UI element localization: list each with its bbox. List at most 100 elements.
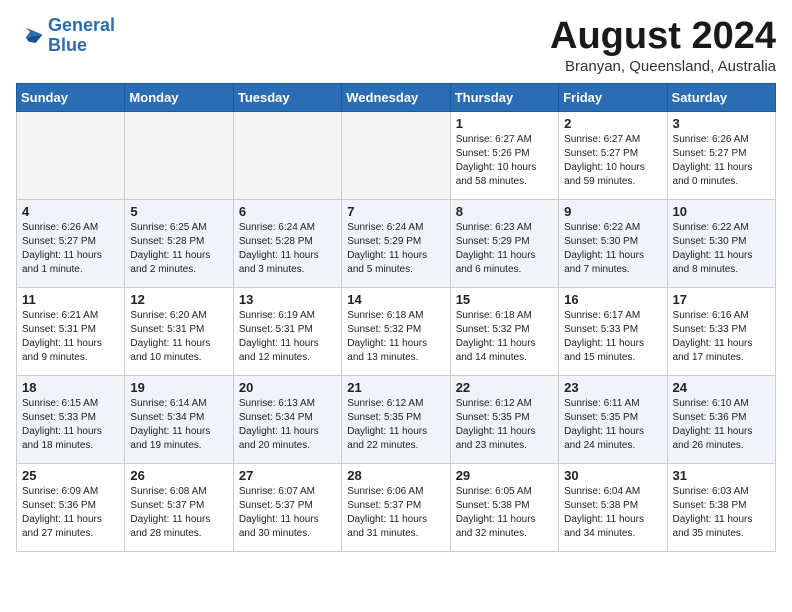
day-number: 9 [564,204,661,219]
day-info: Sunrise: 6:22 AM Sunset: 5:30 PM Dayligh… [564,221,661,277]
title-block: August 2024 Branyan, Queensland, Austral… [550,16,776,75]
day-number: 14 [347,292,444,307]
day-info: Sunrise: 6:17 AM Sunset: 5:33 PM Dayligh… [564,309,661,365]
day-number: 21 [347,380,444,395]
calendar-cell: 10 Sunrise: 6:22 AM Sunset: 5:30 PM Dayli… [667,199,775,287]
calendar-cell: 27 Sunrise: 6:07 AM Sunset: 5:37 PM Dayli… [233,463,341,551]
day-info: Sunrise: 6:24 AM Sunset: 5:29 PM Dayligh… [347,221,444,277]
day-number: 30 [564,468,661,483]
calendar-cell: 31 Sunrise: 6:03 AM Sunset: 5:38 PM Dayli… [667,463,775,551]
calendar-cell: 3 Sunrise: 6:26 AM Sunset: 5:27 PM Daylig… [667,111,775,199]
day-info: Sunrise: 6:25 AM Sunset: 5:28 PM Dayligh… [130,221,227,277]
day-number: 27 [239,468,336,483]
day-number: 22 [456,380,553,395]
calendar-cell: 6 Sunrise: 6:24 AM Sunset: 5:28 PM Daylig… [233,199,341,287]
day-info: Sunrise: 6:18 AM Sunset: 5:32 PM Dayligh… [456,309,553,365]
calendar-cell: 28Sunrise: 6:06 AM Sunset: 5:37 PM Dayli… [342,463,450,551]
day-info: Sunrise: 6:18 AM Sunset: 5:32 PM Dayligh… [347,309,444,365]
calendar-cell: 18 Sunrise: 6:15 AM Sunset: 5:33 PM Dayli… [17,375,125,463]
calendar-week-2: 4Sunrise: 6:26 AM Sunset: 5:27 PM Daylig… [17,199,776,287]
calendar-cell [17,111,125,199]
calendar-cell: 13 Sunrise: 6:19 AM Sunset: 5:31 PM Dayli… [233,287,341,375]
day-number: 18 [22,380,119,395]
day-info: Sunrise: 6:21 AM Sunset: 5:31 PM Dayligh… [22,309,119,365]
location: Branyan, Queensland, Australia [550,58,776,75]
day-info: Sunrise: 6:05 AM Sunset: 5:38 PM Dayligh… [456,485,553,541]
day-info: Sunrise: 6:27 AM Sunset: 5:27 PM Dayligh… [564,133,661,189]
calendar-cell: 21 Sunrise: 6:12 AM Sunset: 5:35 PM Dayli… [342,375,450,463]
day-info: Sunrise: 6:15 AM Sunset: 5:33 PM Dayligh… [22,397,119,453]
calendar-cell: 23 Sunrise: 6:11 AM Sunset: 5:35 PM Dayli… [559,375,667,463]
calendar-week-5: 25Sunrise: 6:09 AM Sunset: 5:36 PM Dayli… [17,463,776,551]
day-info: Sunrise: 6:12 AM Sunset: 5:35 PM Dayligh… [347,397,444,453]
day-number: 12 [130,292,227,307]
day-number: 6 [239,204,336,219]
day-number: 3 [673,116,770,131]
calendar-cell: 1Sunrise: 6:27 AM Sunset: 5:26 PM Daylig… [450,111,558,199]
day-number: 26 [130,468,227,483]
day-info: Sunrise: 6:10 AM Sunset: 5:36 PM Dayligh… [673,397,770,453]
day-info: Sunrise: 6:24 AM Sunset: 5:28 PM Dayligh… [239,221,336,277]
day-info: Sunrise: 6:20 AM Sunset: 5:31 PM Dayligh… [130,309,227,365]
weekday-header-friday: Friday [559,83,667,111]
calendar-cell [342,111,450,199]
calendar-cell: 4Sunrise: 6:26 AM Sunset: 5:27 PM Daylig… [17,199,125,287]
day-number: 10 [673,204,770,219]
weekday-header-wednesday: Wednesday [342,83,450,111]
calendar-cell: 5 Sunrise: 6:25 AM Sunset: 5:28 PM Daylig… [125,199,233,287]
page-header: General Blue August 2024 Branyan, Queens… [16,16,776,75]
day-number: 2 [564,116,661,131]
day-info: Sunrise: 6:23 AM Sunset: 5:29 PM Dayligh… [456,221,553,277]
weekday-header-thursday: Thursday [450,83,558,111]
day-number: 24 [673,380,770,395]
calendar-cell: 7Sunrise: 6:24 AM Sunset: 5:29 PM Daylig… [342,199,450,287]
day-number: 25 [22,468,119,483]
calendar-cell: 24 Sunrise: 6:10 AM Sunset: 5:36 PM Dayli… [667,375,775,463]
logo-line1: General [48,15,115,35]
day-info: Sunrise: 6:08 AM Sunset: 5:37 PM Dayligh… [130,485,227,541]
calendar-cell: 14 Sunrise: 6:18 AM Sunset: 5:32 PM Dayli… [342,287,450,375]
weekday-header-monday: Monday [125,83,233,111]
day-number: 8 [456,204,553,219]
day-info: Sunrise: 6:04 AM Sunset: 5:38 PM Dayligh… [564,485,661,541]
day-number: 31 [673,468,770,483]
logo-line2: Blue [48,35,87,55]
day-number: 5 [130,204,227,219]
calendar-cell: 26 Sunrise: 6:08 AM Sunset: 5:37 PM Dayli… [125,463,233,551]
calendar-cell: 16Sunrise: 6:17 AM Sunset: 5:33 PM Dayli… [559,287,667,375]
calendar-cell: 9 Sunrise: 6:22 AM Sunset: 5:30 PM Daylig… [559,199,667,287]
day-number: 13 [239,292,336,307]
month-title: August 2024 [550,16,776,58]
calendar-cell: 2 Sunrise: 6:27 AM Sunset: 5:27 PM Daylig… [559,111,667,199]
weekday-header-tuesday: Tuesday [233,83,341,111]
day-number: 23 [564,380,661,395]
logo-text: General Blue [48,16,115,56]
day-number: 17 [673,292,770,307]
calendar-cell [125,111,233,199]
logo-icon [16,22,44,50]
weekday-header-row: SundayMondayTuesdayWednesdayThursdayFrid… [17,83,776,111]
day-number: 15 [456,292,553,307]
day-info: Sunrise: 6:22 AM Sunset: 5:30 PM Dayligh… [673,221,770,277]
day-number: 19 [130,380,227,395]
weekday-header-sunday: Sunday [17,83,125,111]
calendar-cell [233,111,341,199]
day-info: Sunrise: 6:12 AM Sunset: 5:35 PM Dayligh… [456,397,553,453]
day-number: 29 [456,468,553,483]
day-info: Sunrise: 6:19 AM Sunset: 5:31 PM Dayligh… [239,309,336,365]
calendar-week-4: 18 Sunrise: 6:15 AM Sunset: 5:33 PM Dayli… [17,375,776,463]
day-number: 20 [239,380,336,395]
calendar-week-3: 11 Sunrise: 6:21 AM Sunset: 5:31 PM Dayli… [17,287,776,375]
day-info: Sunrise: 6:26 AM Sunset: 5:27 PM Dayligh… [673,133,770,189]
day-number: 11 [22,292,119,307]
calendar-cell: 15 Sunrise: 6:18 AM Sunset: 5:32 PM Dayli… [450,287,558,375]
day-info: Sunrise: 6:11 AM Sunset: 5:35 PM Dayligh… [564,397,661,453]
day-info: Sunrise: 6:03 AM Sunset: 5:38 PM Dayligh… [673,485,770,541]
calendar-cell: 11 Sunrise: 6:21 AM Sunset: 5:31 PM Dayli… [17,287,125,375]
calendar-week-1: 1Sunrise: 6:27 AM Sunset: 5:26 PM Daylig… [17,111,776,199]
calendar-cell: 20 Sunrise: 6:13 AM Sunset: 5:34 PM Dayli… [233,375,341,463]
day-info: Sunrise: 6:07 AM Sunset: 5:37 PM Dayligh… [239,485,336,541]
day-info: Sunrise: 6:14 AM Sunset: 5:34 PM Dayligh… [130,397,227,453]
day-info: Sunrise: 6:13 AM Sunset: 5:34 PM Dayligh… [239,397,336,453]
day-info: Sunrise: 6:06 AM Sunset: 5:37 PM Dayligh… [347,485,444,541]
